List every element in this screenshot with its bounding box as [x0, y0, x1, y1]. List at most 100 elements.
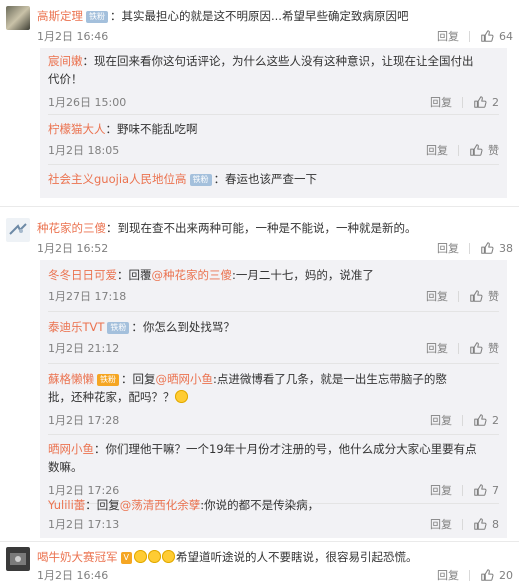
- reply-button[interactable]: 回复: [426, 288, 448, 304]
- reply-time: 1月2日 21:12: [48, 342, 120, 355]
- thumb-up-icon: [469, 289, 483, 303]
- verified-badge: V: [120, 552, 132, 564]
- comment-text: 希望道听途说的人不要瞎说，很容易引起恐慌。: [175, 550, 418, 564]
- action-separator: [458, 290, 459, 302]
- action-separator: [469, 569, 470, 581]
- avatar-icon[interactable]: [6, 547, 30, 571]
- thumb-up-icon: [473, 483, 487, 497]
- reply-button[interactable]: 回复: [437, 567, 459, 583]
- comment-time: 1月2日 16:46: [37, 569, 109, 582]
- reply-text: 蘇格懒懒 铁粉 ：回复@晒网小鱼:点进微博看了几条，就是一出生忘带脑子的愍 批，还种…: [48, 370, 499, 406]
- username-link[interactable]: 晒网小鱼: [48, 442, 94, 456]
- reply-item: Yulili蕾：回复@荡清西化余孽:你说的都不是传染病， 1月2日 17:13 …: [48, 496, 499, 536]
- comment-text: ：其实最担心的就是这不明原因...希望早些确定致病原因吧: [110, 9, 409, 23]
- like-count: 8: [492, 517, 499, 531]
- action-separator: [462, 414, 463, 426]
- username-link[interactable]: 喝牛奶大赛冠军: [37, 550, 118, 564]
- like-count: 64: [499, 29, 513, 43]
- reply-divider: [48, 434, 499, 435]
- reply-time: 1月2日 17:13: [48, 518, 120, 531]
- username-link[interactable]: 宸间嫩: [48, 54, 83, 68]
- username-link[interactable]: 柠檬猫大人: [48, 122, 106, 136]
- like-button[interactable]: 2: [473, 95, 499, 109]
- like-button[interactable]: 64: [480, 29, 513, 43]
- reply-meta: 1月2日 17:28 回复 2: [48, 412, 499, 430]
- username-link[interactable]: 种花家的三傻: [37, 221, 106, 235]
- avatar-icon[interactable]: [6, 218, 30, 242]
- like-button[interactable]: 38: [480, 241, 513, 255]
- mention-link[interactable]: @晒网小鱼: [156, 372, 214, 386]
- thumb-up-icon: [473, 95, 487, 109]
- comment-meta: 1月2日 16:46 回复 20: [37, 567, 513, 585]
- comment-thread-3: 喝牛奶大赛冠军 V 希望道听途说的人不要瞎说，很容易引起恐慌。 1月2日 16:46…: [0, 543, 519, 585]
- comment-thread-1: 高斯定理 铁粉 ：其实最担心的就是这不明原因...希望早些确定致病原因吧 1月2日 …: [0, 0, 519, 208]
- reply-text: 晒网小鱼：你们理他干嘛？一个19年十月份才注册的号，他什么成分大家心里要有点 数…: [48, 440, 499, 476]
- reply-body-cont: 批，还种花家，配吗？？: [48, 390, 175, 404]
- reply-button[interactable]: 回复: [437, 240, 459, 256]
- reply-item: 泰迪乐TVT 铁粉 ：你怎么到处找骂？ 1月2日 21:12 回复 赞: [48, 318, 499, 362]
- like-button[interactable]: 20: [480, 568, 513, 582]
- reply-body: :一月二十七，妈的，说准了: [232, 268, 374, 282]
- username-link[interactable]: 蘇格懒懒: [48, 372, 94, 386]
- username-link[interactable]: Yulili蕾: [48, 498, 85, 512]
- thumb-up-icon: [473, 413, 487, 427]
- action-separator: [462, 96, 463, 108]
- username-link[interactable]: 泰迪乐TVT: [48, 320, 104, 334]
- like-button[interactable]: 赞: [469, 340, 499, 356]
- like-button[interactable]: 赞: [469, 142, 499, 158]
- reply-button[interactable]: 回复: [430, 516, 452, 532]
- smile-emoji-icon: [147, 550, 161, 563]
- username-link[interactable]: 冬冬日日可爱: [48, 268, 117, 282]
- username-link[interactable]: 高斯定理: [37, 9, 83, 23]
- reply-button[interactable]: 回复: [430, 94, 452, 110]
- reply-body-cont: 数嘛。: [48, 460, 83, 474]
- like-button[interactable]: 赞: [469, 288, 499, 304]
- comment-meta: 1月2日 16:52 回复 38: [37, 240, 513, 258]
- like-count: 赞: [488, 342, 499, 355]
- reply-body: ：你们理他干嘛？一个19年十月份才注册的号，他什么成分大家心里要有点: [94, 442, 477, 456]
- reply-meta: 1月26日 15:00 回复 2: [48, 94, 499, 112]
- reply-item: 蘇格懒懒 铁粉 ：回复@晒网小鱼:点进微博看了几条，就是一出生忘带脑子的愍 批，还种…: [48, 370, 499, 434]
- like-button[interactable]: 8: [473, 517, 499, 531]
- reply-button[interactable]: 回复: [426, 340, 448, 356]
- reply-divider: [48, 363, 499, 364]
- reply-time: 1月2日 18:05: [48, 144, 120, 157]
- thumb-up-icon: [473, 517, 487, 531]
- thread-divider: [0, 206, 519, 207]
- reply-body: ：现在回来看你这句话评论，为什么这些人没有这种意识，让现在让全国付出: [82, 54, 474, 68]
- reply-meta: 1月2日 17:13 回复 8: [48, 516, 499, 534]
- thread-divider: [0, 541, 519, 542]
- reply-body: :点进微博看了几条，就是一出生忘带脑子的愍: [213, 372, 447, 386]
- like-button[interactable]: 2: [473, 413, 499, 427]
- reply-text: 泰迪乐TVT 铁粉 ：你怎么到处找骂？: [48, 318, 499, 336]
- avatar-icon[interactable]: [6, 6, 30, 30]
- reply-body-cont: 代价！: [48, 72, 83, 86]
- comment-text: ：到现在查不出来两种可能，一种是不能说，一种就是新的。: [106, 221, 417, 235]
- like-count: 赞: [488, 290, 499, 303]
- reply-prefix: ：回复: [85, 498, 120, 512]
- like-button[interactable]: 7: [473, 483, 499, 497]
- smile-emoji-icon: [161, 550, 175, 563]
- reply-time: 1月2日 17:28: [48, 414, 120, 427]
- reply-divider: [48, 164, 499, 165]
- reply-button[interactable]: 回复: [426, 142, 448, 158]
- action-separator: [458, 342, 459, 354]
- thumb-up-icon: [480, 29, 494, 43]
- reply-meta: 1月2日 21:12 回复 赞: [48, 340, 499, 358]
- reply-text: 冬冬日日可爱：回覆@种花家的三傻:一月二十七，妈的，说准了: [48, 266, 499, 284]
- mention-link[interactable]: @荡清西化余孽: [120, 498, 201, 512]
- like-count: 2: [492, 95, 499, 109]
- reply-divider: [48, 311, 499, 312]
- reply-button[interactable]: 回复: [430, 412, 452, 428]
- username-link[interactable]: 社会主义guojia人民地位高: [48, 172, 187, 186]
- like-count: 38: [499, 241, 513, 255]
- mention-link[interactable]: @种花家的三傻: [152, 268, 233, 282]
- thumb-up-icon: [480, 241, 494, 255]
- reply-body: ：你怎么到处找骂？: [131, 320, 235, 334]
- thinking-emoji-icon: [174, 390, 188, 403]
- reply-item: 晒网小鱼：你们理他干嘛？一个19年十月份才注册的号，他什么成分大家心里要有点 数…: [48, 440, 499, 502]
- reply-button[interactable]: 回复: [437, 28, 459, 44]
- like-count: 7: [492, 483, 499, 497]
- reply-meta: 1月2日 18:05 回复 赞: [48, 142, 499, 160]
- reply-divider: [48, 114, 499, 115]
